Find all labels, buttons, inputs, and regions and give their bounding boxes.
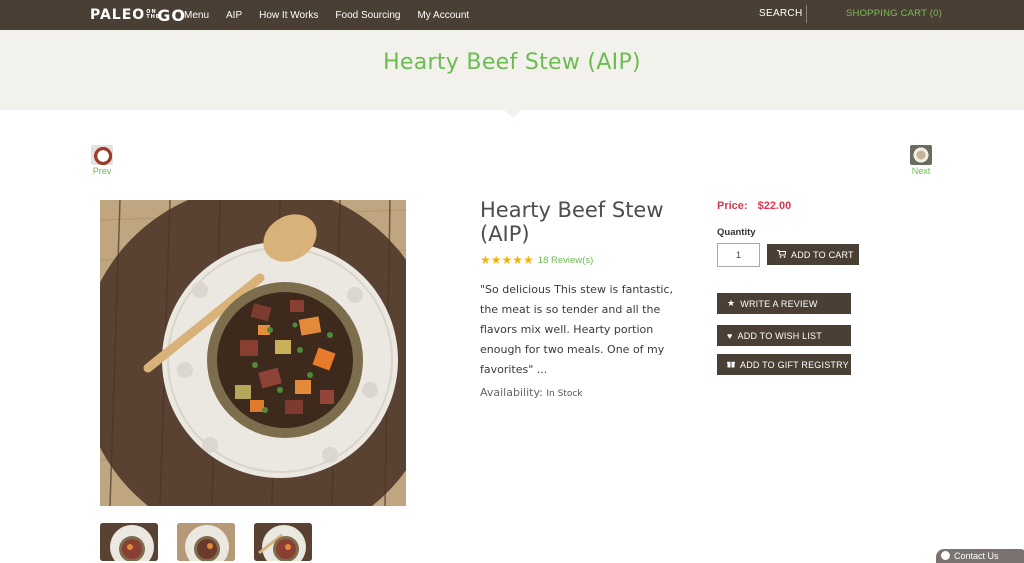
product-main-image[interactable] [100, 200, 406, 506]
add-to-cart-button[interactable]: ADD TO CART [767, 244, 859, 265]
nav-item-food-sourcing[interactable]: Food Sourcing [335, 10, 400, 21]
next-product-thumbnail[interactable] [910, 145, 932, 165]
main-menu: Menu AIP How It Works Food Sourcing My A… [184, 0, 486, 30]
nav-item-menu[interactable]: Menu [184, 10, 209, 21]
gift-icon [727, 360, 735, 370]
logo-text-on-the: ON THE [146, 9, 161, 20]
price-label: Price: [717, 200, 748, 212]
paleo-on-the-go-logo[interactable]: PALEO ON THE GO [90, 5, 186, 25]
price-value: $22.00 [757, 200, 792, 212]
availability: Availability: In Stock [480, 386, 583, 399]
next-product-link[interactable]: Next [908, 145, 934, 176]
beef-stew-photo [100, 200, 406, 506]
quantity-input[interactable] [717, 243, 760, 267]
availability-status: In Stock [546, 389, 583, 399]
contact-us-label: Contact Us [954, 551, 999, 561]
cart-icon [777, 249, 787, 260]
add-to-wish-list-button[interactable]: ♥ ADD TO WISH LIST [717, 325, 851, 346]
reviews-link[interactable]: 18 Review(s) [538, 255, 593, 266]
nav-item-my-account[interactable]: My Account [417, 10, 469, 21]
title-band-notch [504, 110, 522, 118]
gift-registry-label: ADD TO GIFT REGISTRY [740, 359, 849, 370]
top-navigation-bar: PALEO ON THE GO Menu AIP How It Works Fo… [0, 0, 1024, 30]
prev-product-thumbnail[interactable] [91, 145, 113, 165]
write-review-button[interactable]: ★ WRITE A REVIEW [717, 293, 851, 314]
rating-stars-icon: ★★★★★ [480, 253, 534, 267]
product-thumbnail-2[interactable] [177, 523, 235, 561]
quantity-label: Quantity [717, 227, 756, 238]
write-review-label: WRITE A REVIEW [740, 298, 818, 309]
product-thumbnail-1[interactable] [100, 523, 158, 561]
add-to-cart-label: ADD TO CART [791, 249, 854, 260]
product-thumbnails [100, 523, 312, 561]
search-link[interactable]: SEARCH [759, 8, 802, 19]
shopping-cart-link[interactable]: SHOPPING CART (0) [846, 8, 942, 19]
star-icon: ★ [727, 298, 736, 308]
heart-icon: ♥ [727, 330, 733, 341]
add-to-gift-registry-button[interactable]: ADD TO GIFT REGISTRY [717, 354, 851, 375]
prev-product-link[interactable]: Prev [90, 145, 114, 176]
product-thumbnail-3[interactable] [254, 523, 312, 561]
product-title: Hearty Beef Stew (AIP) [480, 198, 664, 246]
nav-item-aip[interactable]: AIP [226, 10, 242, 21]
nav-item-how-it-works[interactable]: How It Works [259, 10, 318, 21]
page-title: Hearty Beef Stew (AIP) [383, 50, 641, 75]
nav-divider [806, 5, 807, 23]
next-label[interactable]: Next [908, 166, 934, 176]
product-description: "So delicious This stew is fantastic, th… [480, 283, 674, 376]
page-title-band: Hearty Beef Stew (AIP) [0, 30, 1024, 110]
logo-text-go: GO [157, 5, 186, 25]
contact-us-tab[interactable]: Contact Us [936, 549, 1024, 563]
price: Price: $22.00 [717, 200, 791, 212]
prev-label[interactable]: Prev [90, 166, 114, 176]
product-rating: ★★★★★ 18 Review(s) [480, 253, 593, 267]
availability-label: Availability: [480, 386, 543, 399]
logo-text-paleo: PALEO [90, 7, 146, 23]
wish-list-label: ADD TO WISH LIST [737, 330, 822, 341]
